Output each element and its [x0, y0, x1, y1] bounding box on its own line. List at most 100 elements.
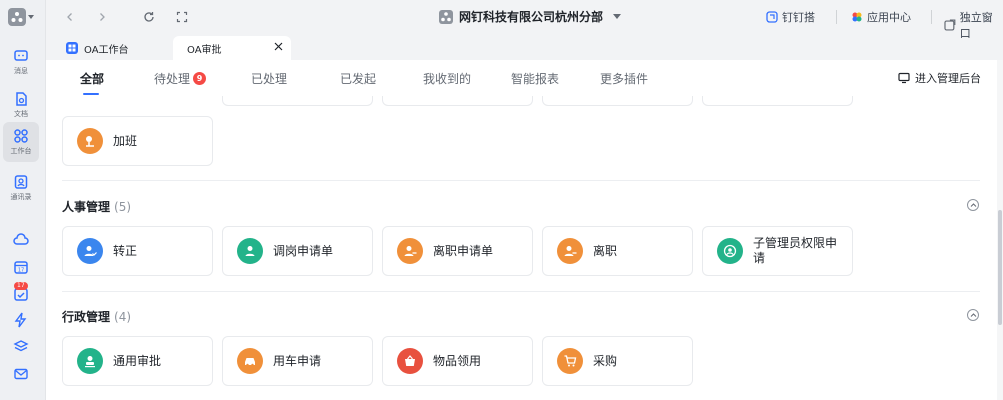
tab-label: OA工作台 [84, 44, 129, 56]
workbench-icon [14, 129, 28, 143]
subtab-label: 更多插件 [600, 72, 649, 86]
subtab-label: 全部 [80, 72, 105, 86]
tab-label: OA审批 [187, 44, 222, 56]
app-card-label: 子管理员权限申请 [753, 236, 838, 265]
org-icon [439, 9, 453, 24]
collapse-hr-button[interactable] [967, 199, 979, 211]
title-bar: 网钉科技有限公司杭州分部 钉钉搭 应用中心 独立窗口 [46, 0, 1003, 40]
collapse-admin-button[interactable] [967, 309, 979, 321]
section-title-hr: 人事管理 (5) [62, 198, 131, 215]
admin-link-label: 进入管理后台 [915, 72, 981, 85]
org-title[interactable]: 网钉科技有限公司杭州分部 [439, 8, 622, 25]
chevron-up-icon [970, 202, 976, 207]
rail-item-messages[interactable]: 消息 [3, 42, 39, 82]
svg-text:17: 17 [18, 268, 24, 274]
app-card-label: 物品领用 [433, 353, 482, 368]
rail-item-label: 文档 [14, 110, 28, 118]
subtab-received[interactable]: 我收到的 [423, 70, 471, 87]
app-card-label: 通用审批 [113, 353, 162, 368]
app-card-transfer[interactable]: 调岗申请单 [222, 226, 373, 276]
back-button[interactable] [62, 9, 78, 25]
calendar-icon[interactable]: 17 [12, 258, 30, 276]
app-card-probation[interactable]: 转正 [62, 226, 213, 276]
subtab-pending[interactable]: 待处理 9 [154, 70, 207, 87]
subtab-reports[interactable]: 智能报表 [511, 70, 559, 87]
rail-item-label: 工作台 [10, 147, 32, 155]
app-card-general-approval[interactable]: 通用审批 [62, 336, 213, 386]
pending-count-badge: 9 [193, 72, 207, 85]
app-center-link[interactable]: 应用中心 [851, 9, 911, 25]
app-card-label: 加班 [113, 133, 138, 148]
app-card-resignation[interactable]: 离职 [542, 226, 693, 276]
section-divider [62, 291, 980, 292]
close-icon[interactable] [274, 42, 283, 54]
cart-icon [557, 348, 583, 374]
subtab-label: 已发起 [340, 72, 377, 86]
chevron-down-icon [613, 14, 622, 19]
subtab-label: 待处理 [154, 72, 191, 86]
dingda-label: 钉钉搭 [782, 11, 815, 24]
subtab-label: 已处理 [251, 72, 288, 86]
rail-item-label: 通讯录 [10, 193, 32, 201]
contacts-icon [14, 175, 28, 189]
subtab-more-plugins[interactable]: 更多插件 [600, 70, 648, 87]
section-count: (5) [114, 200, 132, 214]
chevron-right-icon [100, 13, 105, 21]
app-center-label: 应用中心 [867, 11, 911, 24]
app-card-subadmin-permission[interactable]: 子管理员权限申请 [702, 226, 853, 276]
tab-oa-approval[interactable]: OA审批 [173, 36, 291, 60]
app-card-purchase[interactable]: 采购 [542, 336, 693, 386]
message-icon [14, 50, 28, 61]
section-title-admin: 行政管理 (4) [62, 308, 131, 325]
dingda-link[interactable]: 钉钉搭 [766, 9, 815, 25]
app-center-icon [852, 12, 862, 22]
fullscreen-button[interactable] [174, 9, 190, 25]
app-card-label: 离职 [593, 243, 618, 258]
transfer-icon [237, 238, 263, 264]
org-switcher[interactable] [8, 7, 40, 27]
layers-icon[interactable] [12, 338, 30, 356]
oa-workbench-icon [66, 42, 78, 54]
car-icon [237, 348, 263, 374]
admin-console-link[interactable]: 进入管理后台 [898, 70, 981, 86]
app-card-label: 转正 [113, 243, 138, 258]
divider [836, 10, 837, 24]
refresh-icon [144, 12, 154, 22]
cloud-icon[interactable] [12, 231, 30, 249]
rail-item-workbench[interactable]: 工作台 [3, 122, 39, 162]
rail-item-contacts[interactable]: 通讯录 [3, 168, 39, 208]
lightning-icon[interactable] [12, 311, 30, 329]
resign-icon [397, 238, 423, 264]
tab-oa-workbench[interactable]: OA工作台 [58, 36, 170, 60]
calendar-badge: 17 [14, 282, 28, 290]
app-card-label: 用车申请 [273, 353, 322, 368]
scrollbar-thumb[interactable] [998, 210, 1002, 325]
app-card-resignation-form[interactable]: 离职申请单 [382, 226, 533, 276]
app-card-overtime[interactable]: 加班 [62, 116, 213, 166]
refresh-button[interactable] [141, 9, 157, 25]
subtab-processed[interactable]: 已处理 [251, 70, 287, 87]
section-title-text: 人事管理 [62, 200, 111, 214]
tab-bar: OA工作台 OA审批 [46, 34, 1003, 60]
scrollbar[interactable] [997, 60, 1003, 400]
card-partial [702, 96, 853, 106]
rail-item-docs[interactable]: 文档 [3, 85, 39, 125]
app-card-vehicle-request[interactable]: 用车申请 [222, 336, 373, 386]
mail-icon[interactable] [12, 365, 30, 383]
subtab-all[interactable]: 全部 [80, 70, 104, 87]
admin-user-icon [717, 238, 743, 264]
monitor-icon [898, 72, 910, 84]
subtab-label: 智能报表 [511, 72, 560, 86]
subtab-initiated[interactable]: 已发起 [340, 70, 376, 87]
dingda-icon [766, 11, 778, 23]
leave-icon [557, 238, 583, 264]
section-divider [62, 180, 980, 181]
forward-button[interactable] [94, 9, 110, 25]
card-partial [542, 96, 693, 106]
active-tab-indicator [83, 93, 99, 95]
fullscreen-icon [176, 11, 188, 23]
divider [931, 10, 932, 24]
app-card-item-requisition[interactable]: 物品领用 [382, 336, 533, 386]
app-card-label: 调岗申请单 [273, 243, 334, 258]
subtab-label: 我收到的 [423, 72, 472, 86]
